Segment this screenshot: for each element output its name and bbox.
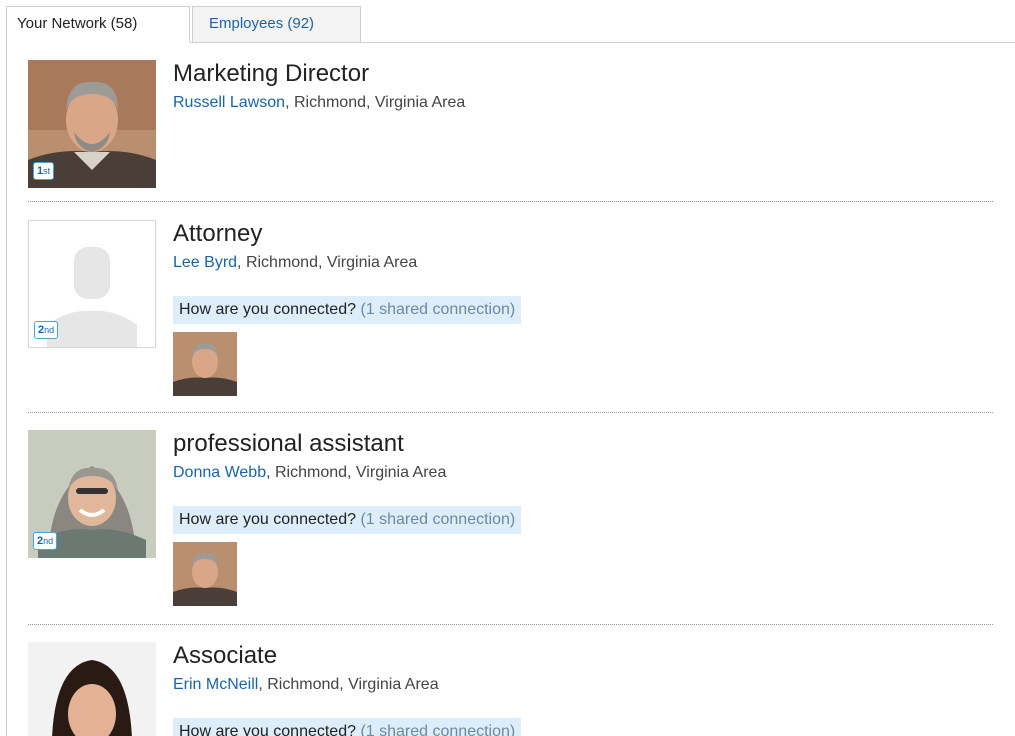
- how-connected-link[interactable]: How are you connected? (1 shared connect…: [173, 718, 522, 736]
- divider: [28, 201, 993, 202]
- person-name-link[interactable]: Donna Webb: [173, 464, 266, 481]
- divider: [28, 624, 993, 625]
- job-title: professional assistant: [173, 430, 404, 457]
- tab-your-network[interactable]: Your Network (58): [6, 6, 190, 43]
- person-location: , Richmond, Virginia Area: [237, 254, 418, 271]
- job-title: Marketing Director: [173, 60, 370, 87]
- profile-photo-donna-webb[interactable]: 2nd: [28, 430, 156, 558]
- list-item-erin-mcneill: Associate Erin McNeill, Richmond, Virgin…: [28, 642, 993, 736]
- person-meta: Donna Webb, Richmond, Virginia Area: [173, 464, 446, 482]
- person-location: , Richmond, Virginia Area: [258, 676, 439, 693]
- profile-photo-russell-lawson[interactable]: 1st: [28, 60, 156, 188]
- person-meta: Erin McNeill, Richmond, Virginia Area: [173, 676, 439, 694]
- person-meta: Lee Byrd, Richmond, Virginia Area: [173, 254, 417, 272]
- shared-connection-photo[interactable]: [173, 332, 237, 396]
- list-item-russell-lawson: 1st Marketing Director Russell Lawson, R…: [28, 60, 993, 200]
- degree-badge: 2nd: [33, 532, 58, 550]
- job-title: Attorney: [173, 220, 263, 247]
- person-meta: Russell Lawson, Richmond, Virginia Area: [173, 94, 465, 112]
- profile-photo-placeholder[interactable]: 2nd: [28, 220, 156, 348]
- how-connected-link[interactable]: How are you connected? (1 shared connect…: [173, 506, 522, 534]
- person-location: , Richmond, Virginia Area: [285, 94, 466, 111]
- degree-badge: 1st: [33, 162, 55, 180]
- divider: [28, 412, 993, 413]
- panel-border: [6, 42, 7, 736]
- tab-employees[interactable]: Employees (92): [192, 6, 361, 42]
- person-name-link[interactable]: Lee Byrd: [173, 254, 237, 271]
- list-item-lee-byrd: 2nd Attorney Lee Byrd, Richmond, Virgini…: [28, 220, 993, 405]
- how-connected-link[interactable]: How are you connected? (1 shared connect…: [173, 296, 522, 324]
- job-title: Associate: [173, 642, 278, 669]
- person-name-link[interactable]: Russell Lawson: [173, 94, 285, 111]
- degree-badge: 2nd: [34, 321, 59, 339]
- person-name-link[interactable]: Erin McNeill: [173, 676, 258, 693]
- profile-photo-erin-mcneill[interactable]: [28, 642, 156, 736]
- shared-connection-photo[interactable]: [173, 542, 237, 606]
- list-item-donna-webb: 2nd professional assistant Donna Webb, R…: [28, 430, 993, 615]
- person-location: , Richmond, Virginia Area: [266, 464, 447, 481]
- network-tabs: Your Network (58) Employees (92): [6, 6, 1015, 43]
